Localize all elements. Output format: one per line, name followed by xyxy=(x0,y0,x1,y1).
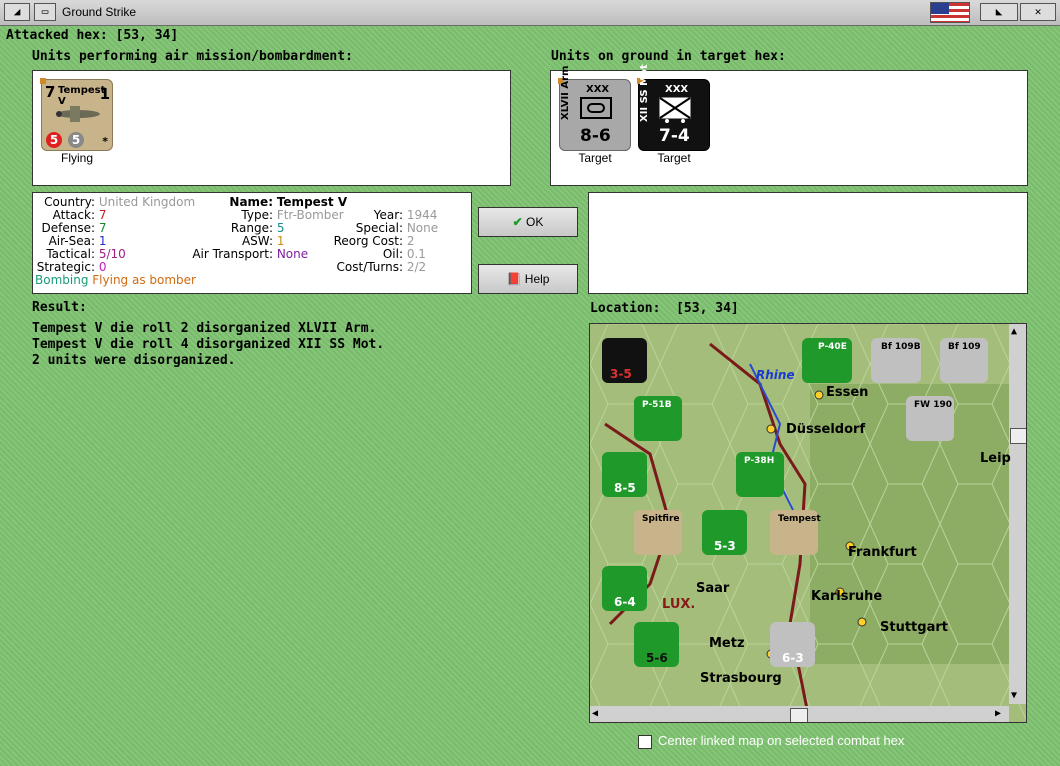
minimize-button[interactable]: ◣ xyxy=(980,3,1018,21)
airsea-value: 1 xyxy=(98,234,107,248)
window-title: Ground Strike xyxy=(62,5,137,19)
map-counter[interactable]: Bf 109 xyxy=(940,338,988,383)
ground-unit-caption: Target xyxy=(578,151,612,165)
map-counter[interactable]: 5-3 xyxy=(702,510,747,555)
horizontal-scroll-thumb[interactable] xyxy=(790,708,808,722)
strategic-value: 0 xyxy=(98,260,107,274)
city-leip: Leip xyxy=(980,451,1011,466)
xii-ss-mot-counter[interactable]: XII SS Mot XXX 7-4 xyxy=(637,64,710,151)
close-button[interactable]: ✕ xyxy=(1020,3,1056,21)
result-line: 2 units were disorganized. xyxy=(32,353,236,368)
air-unit-caption: Flying xyxy=(60,151,93,165)
attacked-hex: Attacked hex: [53, 34] xyxy=(6,28,179,43)
reorg-value: 2 xyxy=(406,234,415,248)
result-text: Tempest V die roll 2 disorganized XLVII … xyxy=(32,321,384,369)
help-book-icon: 📕 xyxy=(506,272,522,286)
map-counter[interactable]: 3-5 xyxy=(602,338,647,383)
mini-map[interactable]: Essen Düsseldorf Frankfurt Karlsruhe Stu… xyxy=(589,323,1027,723)
map-counter[interactable]: Spitfire xyxy=(634,510,682,555)
checkmark-icon: ✔ xyxy=(512,215,523,229)
map-counter[interactable]: 6-4 xyxy=(602,566,647,611)
motorized-infantry-icon xyxy=(659,97,691,123)
scroll-down-icon[interactable]: ▼ xyxy=(1011,690,1017,701)
counter-corps: XLVII Arm xyxy=(560,65,571,120)
armor-icon xyxy=(580,97,612,119)
help-label: Help xyxy=(524,272,550,286)
mode-bombing: Bombing xyxy=(35,273,89,287)
label-lux: LUX. xyxy=(662,597,696,612)
us-flag-icon xyxy=(930,2,970,23)
result-line: Tempest V die roll 2 disorganized XLVII … xyxy=(32,321,377,336)
city-saar: Saar xyxy=(696,581,730,596)
river-rhine: Rhine xyxy=(756,368,795,382)
map-counter[interactable]: FW 190 xyxy=(906,396,954,441)
map-counter[interactable]: P-40E xyxy=(802,338,852,383)
mode-flying: Flying as bomber xyxy=(92,273,196,287)
map-counter[interactable]: 6-3 xyxy=(770,622,815,667)
unit-info-panel: Country: United Kingdom Attack: 7 Defens… xyxy=(32,192,472,294)
location-label: Location: [53, 34] xyxy=(590,301,739,316)
map-counter[interactable]: 5-6 xyxy=(634,622,679,667)
tempest-counter[interactable]: 7 Tempest V 1 5 5 * xyxy=(40,78,113,151)
name-value: Tempest V xyxy=(276,195,348,209)
title-bar: ◢ ▭ Ground Strike ◣ ✕ xyxy=(0,0,1060,26)
ground-units-panel: XLVII Arm XXX 8-6 Target XII SS Mot XXX … xyxy=(550,64,1028,186)
scroll-right-icon[interactable]: ▶ xyxy=(995,708,1001,719)
cost-value: 2/2 xyxy=(406,260,427,274)
map-counter[interactable]: P-51B xyxy=(634,396,682,441)
xlvii-arm-counter[interactable]: XLVII Arm XXX 8-6 xyxy=(558,66,631,151)
year-value: 1944 xyxy=(406,208,438,222)
map-counter[interactable]: P-38H xyxy=(736,452,784,497)
city-metz: Metz xyxy=(709,636,745,651)
ground-strike-window: ◢ ▭ Ground Strike ◣ ✕ Attacked hex: [53,… xyxy=(0,0,1060,766)
ok-button[interactable]: ✔ OK xyxy=(478,207,578,237)
counter-size: XXX xyxy=(586,84,610,95)
counter-strength: 8-6 xyxy=(580,126,611,146)
ground-unit-caption: Target xyxy=(657,151,691,165)
city-essen: Essen xyxy=(826,385,869,400)
city-stuttgart: Stuttgart xyxy=(880,620,948,635)
counter-strength: 7-4 xyxy=(659,126,690,146)
center-map-checkbox-row[interactable]: Center linked map on selected combat hex xyxy=(638,733,904,749)
range-value: 5 xyxy=(276,221,285,235)
fighter-plane-icon xyxy=(56,106,100,122)
scroll-left-icon[interactable]: ◀ xyxy=(592,708,598,719)
city-dusseldorf: Düsseldorf xyxy=(786,422,866,437)
defense-value: 7 xyxy=(98,221,107,235)
airtransport-value: None xyxy=(276,247,309,261)
tactical-value: 5/10 xyxy=(98,247,126,261)
city-karlsruhe: Karlsruhe xyxy=(811,589,883,604)
center-map-checkbox-label: Center linked map on selected combat hex xyxy=(658,733,905,748)
city-frankfurt: Frankfurt xyxy=(848,545,917,560)
asw-value: 1 xyxy=(276,234,285,248)
counter-corps: XII SS Mot xyxy=(639,64,650,122)
ok-label: OK xyxy=(526,215,544,229)
map-counter[interactable]: 8-5 xyxy=(602,452,647,497)
help-button[interactable]: 📕 Help xyxy=(478,264,578,294)
message-panel xyxy=(588,192,1028,294)
oil-value: 0.1 xyxy=(406,247,426,261)
center-map-checkbox[interactable] xyxy=(638,734,652,749)
country-value: United Kingdom xyxy=(98,195,196,209)
result-label: Result: xyxy=(32,300,87,315)
tactical-badge: 5 xyxy=(46,132,62,148)
air-units-label: Units performing air mission/bombardment… xyxy=(32,49,353,64)
result-line: Tempest V die roll 4 disorganized XII SS… xyxy=(32,337,385,352)
counter-size: XXX xyxy=(665,84,689,95)
strategic-badge: 5 xyxy=(68,132,84,148)
restore-icon[interactable]: ▭ xyxy=(34,3,56,21)
map-counter[interactable]: Tempest xyxy=(770,510,821,555)
counter-defense: 1 xyxy=(99,85,110,103)
scroll-up-icon[interactable]: ▲ xyxy=(1011,326,1017,337)
special-value: None xyxy=(406,221,439,235)
counter-attack: 7 xyxy=(45,83,56,101)
window-menu-button[interactable]: ◢ xyxy=(4,3,30,21)
vertical-scroll-thumb[interactable] xyxy=(1010,428,1026,444)
attack-value: 7 xyxy=(98,208,107,222)
city-strasbourg: Strasbourg xyxy=(700,671,782,686)
air-units-panel: 7 Tempest V 1 5 5 * Flying xyxy=(32,70,511,186)
map-counter[interactable]: Bf 109B xyxy=(871,338,921,383)
ground-units-label: Units on ground in target hex: xyxy=(551,49,786,64)
